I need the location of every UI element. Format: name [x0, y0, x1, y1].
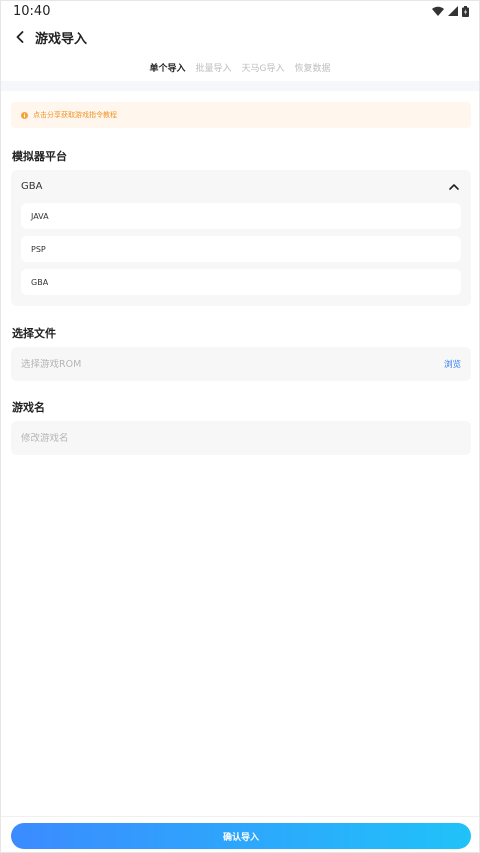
confirm-import-button[interactable]: 确认导入	[11, 823, 471, 849]
browse-button[interactable]: 浏览	[444, 358, 461, 370]
status-bar: 10:40	[1, 1, 479, 21]
status-time: 10:40	[13, 3, 51, 19]
game-name-input[interactable]	[21, 432, 471, 444]
chevron-up-icon[interactable]	[447, 180, 461, 194]
back-button[interactable]	[9, 26, 31, 48]
game-name-label: 游戏名	[12, 401, 45, 414]
platform-label: 模拟器平台	[12, 150, 67, 163]
notice-banner[interactable]: 点击分享获取游戏指令教程	[11, 102, 471, 128]
page-title: 游戏导入	[35, 31, 88, 47]
chevron-left-icon	[16, 31, 24, 43]
battery-icon	[462, 5, 469, 17]
wifi-icon	[432, 6, 444, 16]
status-icons	[432, 5, 469, 17]
platform-option-java[interactable]: JAVA	[21, 203, 461, 229]
platform-option-psp[interactable]: PSP	[21, 236, 461, 262]
tabs-divider	[1, 81, 479, 91]
import-tabs: 单个导入 批量导入 天马G导入 恢复数据	[1, 59, 479, 77]
footer-divider	[1, 816, 479, 817]
tab-batch-import[interactable]: 批量导入	[196, 59, 232, 77]
file-label: 选择文件	[12, 327, 56, 340]
signal-icon	[448, 6, 458, 16]
tab-restore-data[interactable]: 恢复数据	[295, 59, 331, 77]
rom-file-input[interactable]	[21, 358, 471, 370]
platform-option-gba[interactable]: GBA	[21, 269, 461, 295]
rom-file-field[interactable]: 浏览	[11, 347, 471, 381]
game-name-field[interactable]	[11, 421, 471, 455]
notice-text: 点击分享获取游戏指令教程	[33, 111, 117, 119]
info-icon	[21, 111, 28, 119]
tab-tianma-import[interactable]: 天马G导入	[242, 59, 285, 77]
platform-selected[interactable]: GBA	[21, 181, 42, 192]
platform-dropdown: GBA JAVA PSP GBA	[11, 170, 471, 306]
tab-single-import[interactable]: 单个导入	[149, 59, 185, 77]
app-bar: 游戏导入	[1, 23, 479, 51]
